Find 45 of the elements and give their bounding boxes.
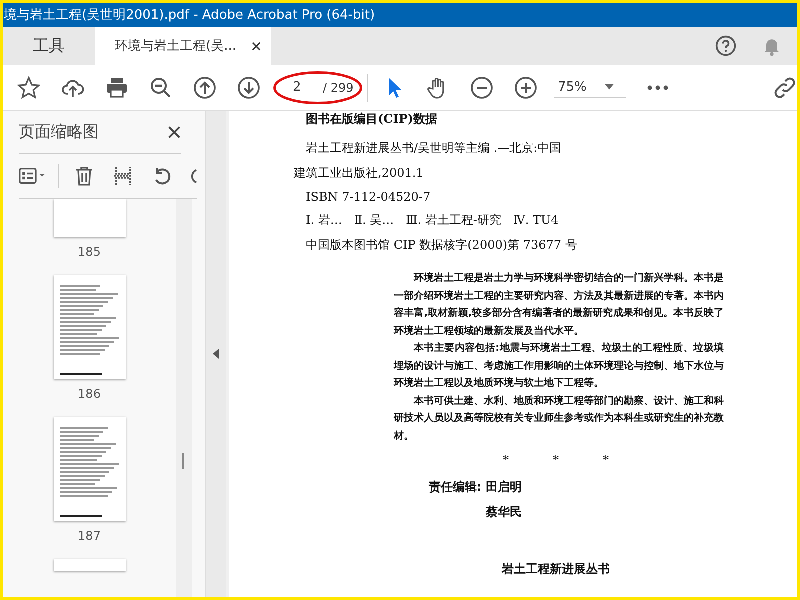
editor-name: 蔡华民 — [486, 504, 522, 521]
description-paragraph: 本书可供土建、水利、地质和环境工程等部门的勘察、设计、施工和科研技术人员以及高等院校有关专业师生参考或作为本科生或研究生的补充教材。 — [394, 394, 724, 444]
tab[interactable]: 环境与岩土工程(吴... — [95, 27, 271, 65]
link-icon[interactable] — [773, 76, 797, 100]
page-thumbnail[interactable] — [54, 559, 126, 571]
help-icon[interactable] — [715, 35, 737, 57]
editor-label: 责任编辑: — [429, 479, 482, 496]
zoom-out-circle-icon[interactable] — [470, 76, 494, 100]
cip-line: ISBN 7-112-04520-7 — [306, 190, 432, 204]
star-icon[interactable] — [17, 76, 41, 100]
page-thumbnail[interactable] — [54, 199, 126, 237]
cip-line: 中国版本图书馆 CIP 数据核字(2000)第 73677 号 — [306, 237, 578, 254]
page-thumbnail[interactable] — [54, 275, 126, 379]
editor-name: 田启明 — [486, 479, 522, 496]
sidebar-title: 页面缩略图 — [19, 122, 99, 142]
series-title: 岩土工程新进展丛书 — [502, 561, 611, 578]
caret-icon — [604, 84, 614, 90]
separator-asterisk: * — [503, 453, 509, 467]
page-total: / 299 — [323, 80, 354, 94]
collapse-arrow-icon[interactable] — [213, 349, 219, 359]
cip-line: 岩土工程新进展丛书/吴世明等主编 .—北京:中国 — [306, 140, 563, 157]
window-title: 境与岩土工程(吴世明2001).pdf - Adobe Acrobat Pro (64-bit) — [4, 7, 376, 24]
zoom-in-icon[interactable] — [514, 76, 538, 100]
arrow-up-icon[interactable] — [193, 76, 217, 100]
zoom-dropdown[interactable]: 75% — [554, 78, 626, 98]
separator-asterisk: * — [553, 453, 559, 467]
options-menu-icon[interactable] — [19, 166, 46, 186]
cip-line: Ⅰ. 岩… Ⅱ. 吴… Ⅲ. 岩土工程-研究 Ⅳ. TU4 — [306, 212, 560, 229]
close-icon[interactable] — [168, 126, 181, 138]
page-number-label: 185 — [78, 245, 101, 259]
tab[interactable]: 工具 — [3, 27, 95, 65]
print-icon[interactable] — [105, 76, 129, 100]
description-paragraph: 本书主要内容包括:地震与环境岩土工程、垃圾土的工程性质、垃圾填埋场的设计与施工、考虑施工作用影响的土体环境理论与控制、地下水位与环境岩土工程以及地质环境与软土地下工程等。 — [394, 341, 724, 391]
description-paragraph: 环境岩土工程是岩土力学与环境科学密切结合的一门新兴学科。本书是一部介绍环境岩土工程的主要研究内容、方法及其最新进展的专著。本书内容丰富,取材新颖,较多部分含有编著者的最新研究成果和创见。本书反映了环境岩土工程领域的最新发展及当代水平。 — [394, 271, 724, 338]
separator-asterisk: * — [603, 453, 609, 467]
page-thumbnail[interactable] — [54, 417, 126, 521]
arrow-down-icon[interactable] — [237, 76, 261, 100]
zoom-out-icon[interactable] — [149, 76, 173, 100]
page-number-field[interactable]: 2 — [279, 80, 315, 95]
scrollbar-thumb[interactable] — [182, 453, 184, 469]
page-number-label: 187 — [78, 529, 101, 543]
cip-line: 建筑工业出版社,2001.1 — [294, 165, 425, 182]
cip-heading: 图书在版编目(CIP)数据 — [306, 111, 439, 128]
page-number-label: 186 — [78, 387, 101, 401]
close-icon[interactable] — [252, 42, 261, 50]
